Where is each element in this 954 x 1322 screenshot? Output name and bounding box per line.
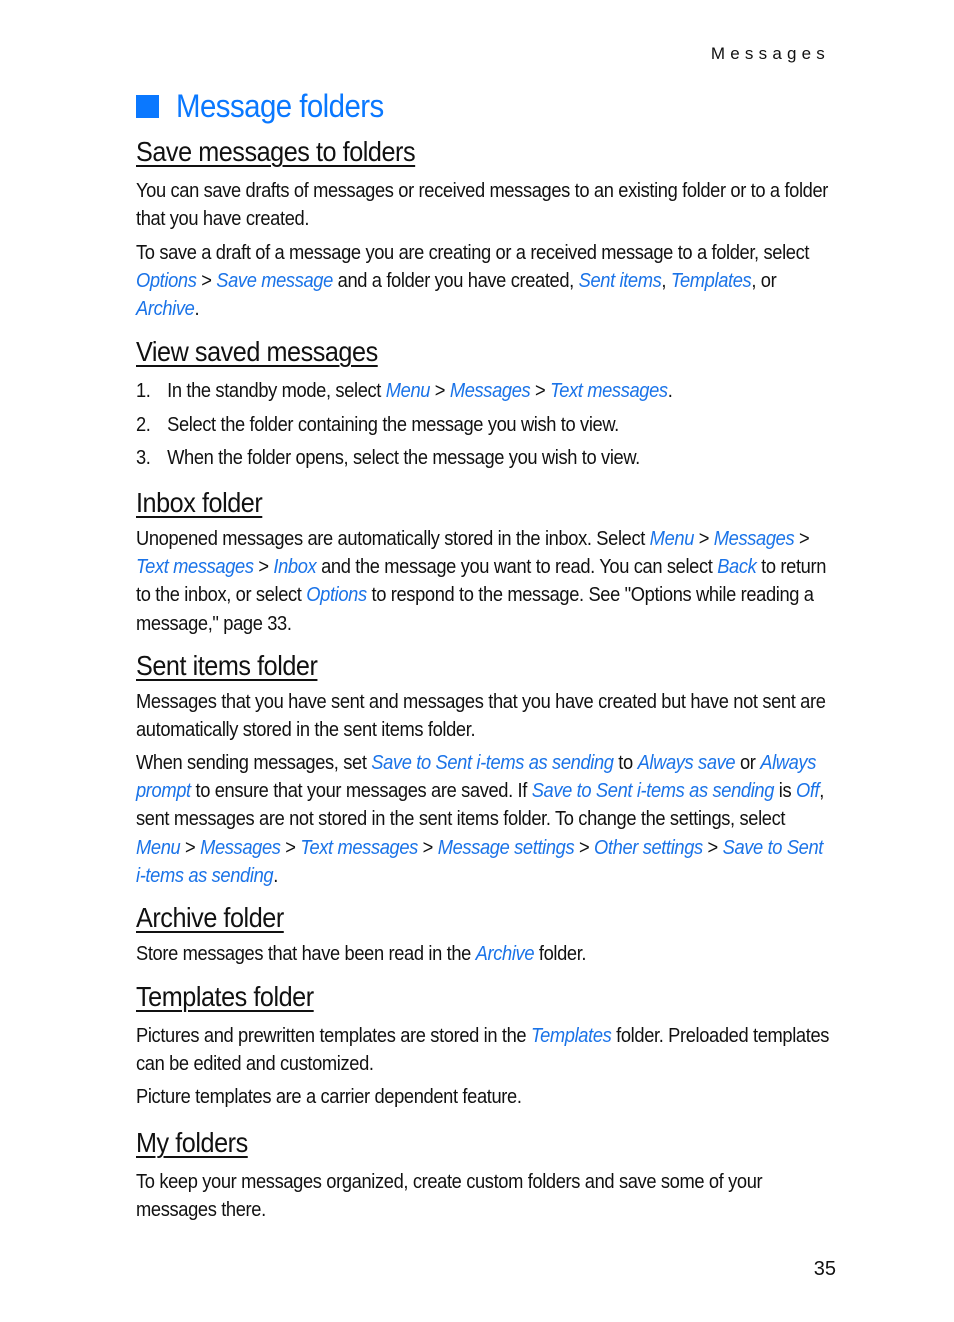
separator: > [530,380,551,402]
link-menu[interactable]: Menu [136,837,181,859]
myfolders-paragraph: To keep your messages organized, create … [136,1171,763,1222]
link-options[interactable]: Options [306,584,367,606]
link-messages[interactable]: Messages [714,528,795,550]
text: , [661,270,671,293]
save-paragraph-1: You can save drafts of messages or recei… [136,180,829,231]
link-archive[interactable]: Archive [136,298,195,320]
step-3: 3. When the folder opens, select the mess… [136,447,640,470]
link-text-messages[interactable]: Text messages [550,380,668,402]
text: to [613,752,638,774]
step-number: 1. [136,380,151,402]
separator: > [253,556,274,579]
link-archive[interactable]: Archive [476,943,535,965]
link-text-messages[interactable]: Text messages [136,556,254,578]
step-2: 2. Select the folder containing the messa… [136,414,619,437]
heading-view-saved: View saved messages [136,336,378,367]
text: Store messages that have been read in th… [136,943,476,965]
text: . [667,380,673,402]
link-off[interactable]: Off [796,780,820,802]
link-other-settings[interactable]: Other settings [594,837,703,859]
sent-paragraph-1: Messages that you have sent and messages… [136,691,826,742]
text: In the standby mode, select [167,380,386,402]
link-message-settings[interactable]: Message settings [438,837,575,859]
templates-paragraph-2: Picture templates are a carrier dependen… [136,1086,522,1108]
separator: > [702,836,723,859]
text: When sending messages, set [136,752,372,774]
text: and the message you want to read. You ca… [316,556,718,579]
title-square-icon [136,95,159,118]
text: When the folder opens, select the messag… [167,447,640,469]
save-paragraph-2: To save a draft of a message you are cre… [136,239,831,324]
separator: > [694,528,714,550]
text: and a folder you have created, [332,270,579,293]
text: folder. [534,943,587,965]
text: is [774,780,796,803]
link-templates[interactable]: Templates [531,1025,612,1047]
page-title: Message folders [176,88,384,124]
manual-page: Messages Message folders Save messages t… [0,0,954,1322]
sent-paragraph-2: When sending messages, set Save to Sent … [136,749,831,890]
heading-sent-items: Sent items folder [136,650,318,681]
separator: > [794,528,810,550]
inbox-paragraph: Unopened messages are automatically stor… [136,525,831,638]
running-head: Messages [710,44,830,63]
heading-my-folders: My folders [136,1127,248,1158]
link-messages[interactable]: Messages [450,380,531,402]
link-menu[interactable]: Menu [650,528,695,550]
separator: > [180,836,201,859]
link-messages[interactable]: Messages [200,837,281,859]
archive-paragraph: Store messages that have been read in th… [136,940,831,968]
separator: > [196,270,217,293]
step-number: 2. [136,414,151,436]
link-save-to-sent[interactable]: Save to Sent i-tems as sending [371,752,614,774]
text: To save a draft of a message you are cre… [136,242,810,264]
text: , or [751,270,777,293]
link-menu[interactable]: Menu [386,380,431,402]
step-number: 3. [136,447,151,469]
section-title-row: Message folders [136,88,402,125]
separator: > [417,836,438,859]
link-always-save[interactable]: Always save [638,752,736,774]
heading-inbox-folder: Inbox folder [136,487,263,518]
separator: > [574,836,595,859]
link-text-messages[interactable]: Text messages [300,837,418,859]
text: . [273,864,278,887]
templates-paragraph-1: Pictures and prewritten templates are st… [136,1022,831,1078]
link-save-to-sent[interactable]: Save to Sent i-tems as sending [532,780,775,802]
heading-templates-folder: Templates folder [136,981,314,1012]
separator: > [430,380,450,402]
step-1: 1. In the standby mode, select Menu > Mes… [136,380,673,403]
link-back[interactable]: Back [717,556,757,578]
text: Select the folder containing the message… [167,414,619,436]
separator: > [280,836,301,859]
link-options[interactable]: Options [136,270,197,292]
page-number: 35 [813,1258,836,1280]
text: to ensure that your messages are saved. … [190,780,532,803]
link-inbox[interactable]: Inbox [273,556,316,578]
text: Pictures and prewritten templates are st… [136,1025,531,1047]
text: Unopened messages are automatically stor… [136,528,650,550]
text: . [194,298,200,321]
text: or [735,752,761,774]
link-templates[interactable]: Templates [671,270,752,292]
link-save-message[interactable]: Save message [216,270,333,292]
heading-archive-folder: Archive folder [136,902,284,933]
heading-save-messages: Save messages to folders [136,136,416,167]
link-sent-items[interactable]: Sent items [579,270,662,292]
